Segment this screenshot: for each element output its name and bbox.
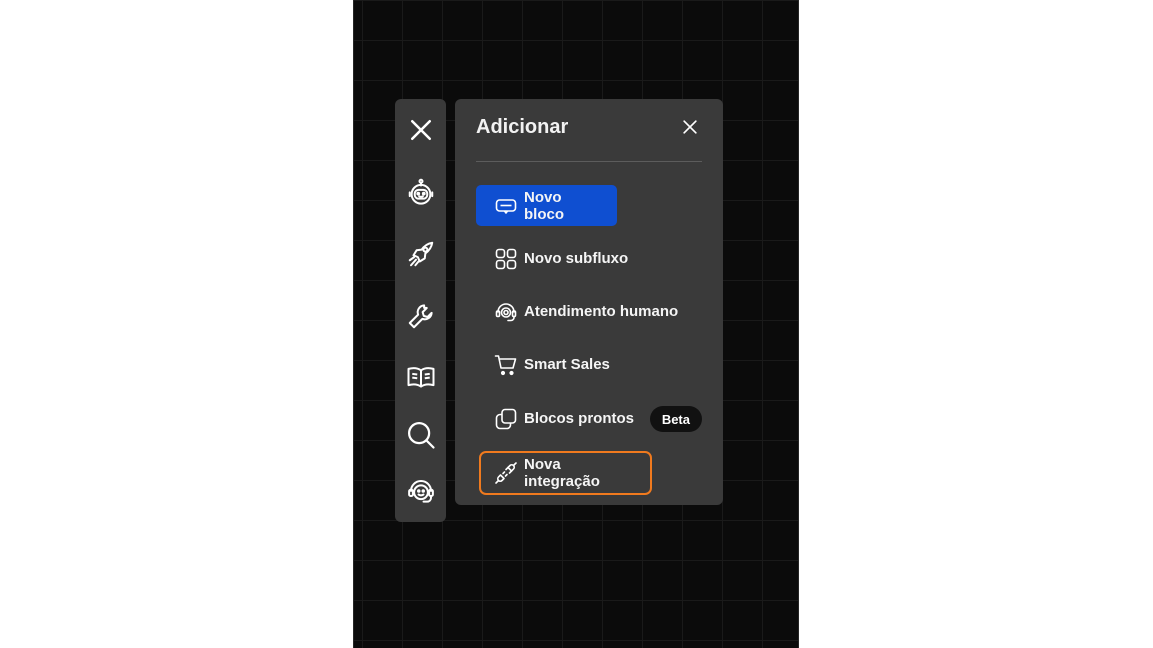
robot-icon <box>408 178 433 205</box>
cart-icon <box>494 354 517 375</box>
menu-item-label: Blocos prontos <box>524 410 635 427</box>
panel-divider <box>476 161 702 162</box>
search-icon <box>407 421 435 449</box>
rocket-icon <box>408 241 433 266</box>
menu-item-label: Smart Sales <box>524 356 610 373</box>
block-icon <box>495 198 517 214</box>
support-agent-icon <box>407 479 434 503</box>
rail-docs-button[interactable] <box>403 359 438 394</box>
rail-search-button[interactable] <box>403 417 438 452</box>
menu-item-label: Novo subfluxo <box>524 250 629 267</box>
beta-badge: Beta <box>649 406 702 432</box>
menu-item-smart-sales[interactable]: Smart Sales <box>476 344 628 385</box>
plug-icon <box>495 462 517 484</box>
menu-item-label: Nova integração <box>524 456 600 490</box>
panel-close-button[interactable] <box>679 116 701 138</box>
tool-rail <box>395 99 446 522</box>
rail-bot-button[interactable] <box>403 175 438 210</box>
menu-item-novo-bloco[interactable]: Novo bloco <box>476 185 617 226</box>
menu-item-label: Novo bloco <box>524 188 564 223</box>
grid-icon <box>495 248 517 269</box>
rail-launch-button[interactable] <box>403 236 438 271</box>
copy-icon <box>495 408 517 429</box>
menu-item-label: Atendimento humano <box>524 303 679 320</box>
panel-title: Adicionar <box>476 116 569 138</box>
close-icon <box>683 120 697 134</box>
rail-support-button[interactable] <box>403 473 438 508</box>
menu-item-atendimento-humano[interactable]: Atendimento humano <box>476 291 696 332</box>
add-panel: Adicionar Novo bloco Novo subfluxo Atend… <box>455 99 723 505</box>
wrench-icon <box>408 303 433 328</box>
headset-icon <box>495 302 517 321</box>
menu-item-blocos-prontos[interactable]: Blocos prontos <box>476 398 652 439</box>
close-icon <box>410 119 431 140</box>
rail-close-button[interactable] <box>403 112 438 147</box>
rail-tools-button[interactable] <box>403 298 438 333</box>
menu-item-nova-integracao[interactable]: Nova integração <box>479 451 652 495</box>
menu-item-novo-subfluxo[interactable]: Novo subfluxo <box>476 238 646 279</box>
book-icon <box>407 366 434 388</box>
